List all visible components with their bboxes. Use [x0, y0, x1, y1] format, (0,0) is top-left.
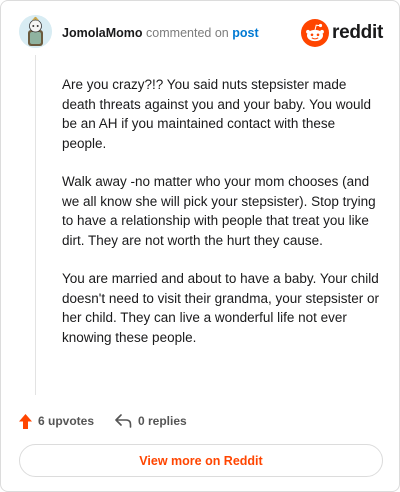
thread-line	[35, 55, 36, 395]
upvote-button[interactable]: 6 upvotes	[19, 410, 94, 432]
reply-icon	[115, 414, 132, 428]
action-text: commented on	[146, 26, 229, 40]
comment-body: Are you crazy?!? You said nuts stepsiste…	[62, 75, 380, 366]
reply-count: 0 replies	[138, 414, 187, 428]
comment-embed-card: JomolaMomo commented on post reddit Are …	[0, 0, 400, 492]
view-more-button[interactable]: View more on Reddit	[19, 444, 383, 477]
comment-paragraph: Walk away -no matter who your mom choose…	[62, 174, 376, 248]
comment-paragraph: You are married and about to have a baby…	[62, 271, 379, 345]
user-avatar[interactable]	[19, 15, 52, 48]
upvote-count: 6 upvotes	[38, 414, 95, 428]
reply-button[interactable]: 0 replies	[115, 410, 187, 432]
comment-meta: JomolaMomo commented on post	[62, 25, 259, 41]
comment-paragraph: Are you crazy?!? You said nuts stepsiste…	[62, 77, 371, 151]
comment-actions: 6 upvotes 0 replies	[19, 410, 381, 432]
reddit-logo-icon	[301, 19, 329, 47]
reddit-brand[interactable]: reddit	[301, 19, 383, 47]
post-link[interactable]: post	[232, 26, 258, 40]
snoo-avatar-icon	[19, 15, 52, 48]
reddit-wordmark: reddit	[332, 22, 383, 43]
comment-header: JomolaMomo commented on post reddit	[19, 15, 385, 55]
upvote-arrow-icon	[19, 413, 32, 429]
username-link[interactable]: JomolaMomo	[62, 26, 143, 40]
